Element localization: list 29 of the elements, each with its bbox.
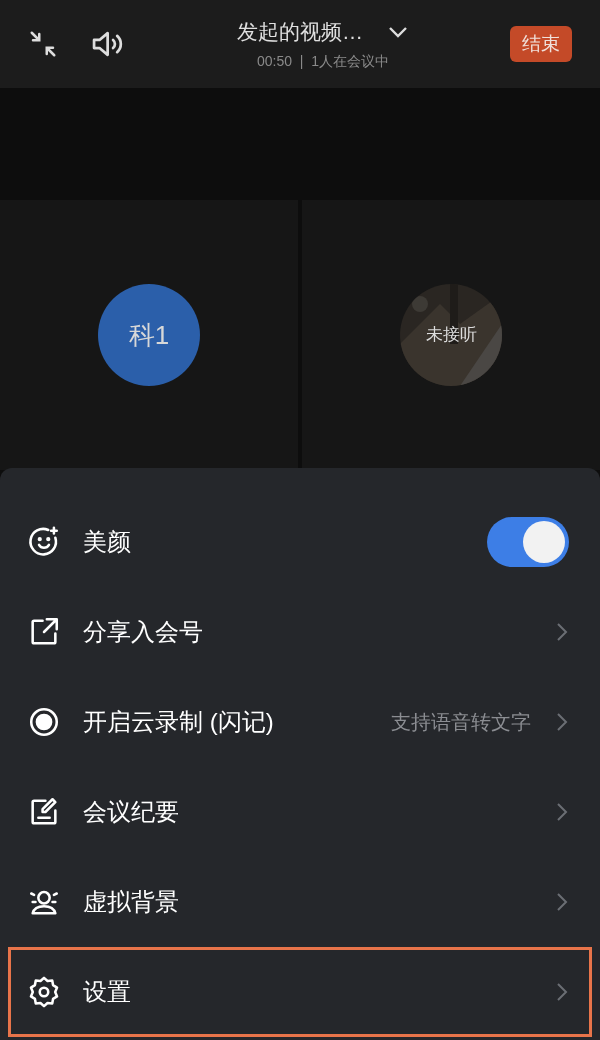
record-icon bbox=[27, 705, 61, 739]
menu-item[interactable]: 会议纪要 bbox=[8, 767, 592, 857]
menu-item[interactable]: 开启云录制 (闪记) 支持语音转文字 bbox=[8, 677, 592, 767]
chevron-down-icon[interactable] bbox=[387, 24, 409, 39]
minimize-icon[interactable] bbox=[28, 29, 58, 59]
meeting-title: 发起的视频… bbox=[237, 18, 363, 45]
menu-label: 分享入会号 bbox=[83, 617, 204, 647]
menu-label: 会议纪要 bbox=[83, 797, 180, 827]
avatar: 科1 bbox=[98, 284, 200, 386]
menu-label: 虚拟背景 bbox=[83, 887, 180, 917]
menu-label: 开启云录制 (闪记) bbox=[83, 707, 275, 737]
menu-label: 设置 bbox=[83, 977, 132, 1007]
avatar-status: 未接听 bbox=[425, 324, 477, 347]
chevron-right-icon bbox=[555, 891, 569, 913]
menu-item[interactable]: 分享入会号 bbox=[8, 587, 592, 677]
chevron-right-icon bbox=[555, 981, 569, 1003]
chevron-right-icon bbox=[555, 621, 569, 643]
menu-label: 美颜 bbox=[83, 527, 132, 557]
end-button[interactable]: 结束 bbox=[510, 25, 572, 63]
chevron-right-icon bbox=[555, 801, 569, 823]
meeting-status: 00:50 | 1人在会议中 bbox=[257, 52, 389, 72]
smiley-icon bbox=[27, 525, 61, 559]
menu-item[interactable]: 美颜 bbox=[8, 497, 592, 587]
menu-item[interactable]: 设置 bbox=[8, 947, 592, 1037]
toggle-switch[interactable] bbox=[487, 517, 569, 567]
chevron-right-icon bbox=[555, 711, 569, 733]
menu-item[interactable]: 虚拟背景 bbox=[8, 857, 592, 947]
menu-hint: 支持语音转文字 bbox=[391, 710, 531, 735]
settings-icon bbox=[27, 975, 61, 1009]
